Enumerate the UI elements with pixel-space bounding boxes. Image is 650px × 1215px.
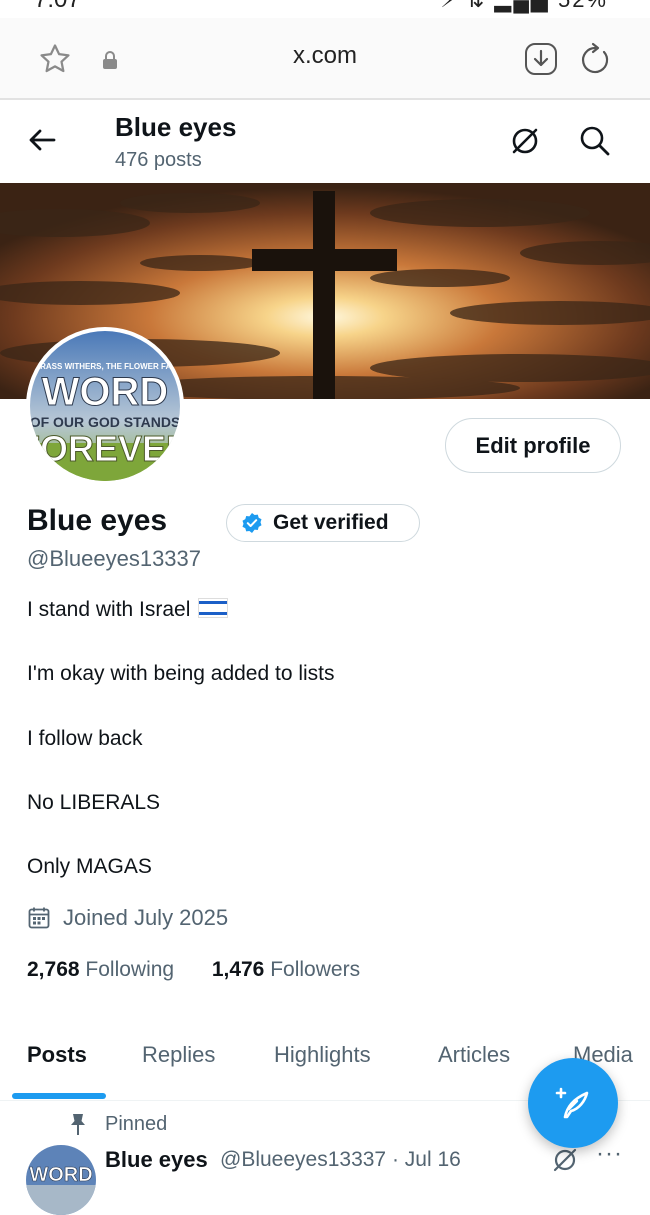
download-icon[interactable]: [524, 42, 558, 76]
tab-posts[interactable]: Posts: [27, 1042, 87, 1068]
bio-line-text: I stand with Israel: [27, 598, 191, 621]
search-icon[interactable]: [578, 124, 612, 158]
bio-line: I stand with Israel: [27, 598, 229, 622]
bio-line: No LIBERALS: [27, 791, 161, 814]
joined-label: Joined July 2025: [63, 905, 229, 930]
post-avatar-text: WORD: [29, 1164, 92, 1186]
israel-flag-icon: [198, 598, 229, 618]
profile-name: Blue eyes: [27, 504, 168, 537]
following-label: Following: [85, 958, 175, 981]
compose-post-icon: [555, 1087, 589, 1119]
verified-badge-icon: [242, 513, 262, 533]
pin-icon: [71, 1114, 85, 1135]
get-verified-button[interactable]: Get verified: [226, 504, 420, 542]
calendar-icon: [28, 907, 50, 929]
grok-icon[interactable]: [550, 1145, 580, 1175]
browser-toolbar: x.com: [0, 18, 650, 100]
joined-date: Joined July 2025: [27, 905, 228, 931]
reload-icon[interactable]: [578, 42, 612, 76]
get-verified-label: Get verified: [273, 511, 389, 534]
followers-label: Followers: [270, 958, 361, 981]
avatar-text-bottom: FOREVER: [30, 428, 180, 469]
bio-line: I'm okay with being added to lists: [27, 662, 335, 685]
followers-link[interactable]: 1,476 Followers: [212, 958, 360, 981]
post-author-meta: @Blueeyes13337 · Jul 16: [220, 1148, 461, 1171]
pinned-indicator: Pinned: [67, 1112, 167, 1136]
tab-replies[interactable]: Replies: [142, 1042, 215, 1068]
posts-count: 476 posts: [115, 149, 202, 171]
pinned-label: Pinned: [105, 1112, 168, 1135]
following-link[interactable]: 2,768 Following: [27, 958, 174, 981]
post-avatar-image: WORD: [26, 1145, 96, 1215]
follow-stats: 2,768 Following 1,476 Followers: [27, 958, 360, 982]
post-author-name[interactable]: Blue eyes: [105, 1147, 208, 1173]
avatar-text-word: WORD: [42, 370, 169, 414]
tab-articles[interactable]: Articles: [438, 1042, 510, 1068]
post-avatar[interactable]: WORD: [26, 1145, 96, 1215]
avatar[interactable]: THE GRASS WITHERS, THE FLOWER FADES... W…: [26, 327, 184, 485]
active-tab-indicator: [12, 1093, 106, 1099]
status-bar: 7:07 ⚡ ⇅ ▂▄▆ 52%: [0, 0, 650, 18]
bio-line: I follow back: [27, 727, 143, 750]
edit-profile-button[interactable]: Edit profile: [445, 418, 621, 473]
status-icons: ⚡ ⇅ ▂▄▆ 52%: [440, 0, 608, 13]
post-more-button[interactable]: ···: [596, 1140, 623, 1168]
back-arrow-icon[interactable]: [26, 122, 58, 158]
page-title: Blue eyes: [115, 112, 237, 142]
following-count: 2,768: [27, 958, 80, 981]
followers-count: 1,476: [211, 958, 265, 981]
tab-highlights[interactable]: Highlights: [274, 1042, 371, 1068]
avatar-image: THE GRASS WITHERS, THE FLOWER FADES... W…: [30, 331, 180, 481]
profile-handle: @Blueeyes13337: [27, 546, 202, 571]
bio-line: Only MAGAS: [27, 855, 152, 878]
status-time: 7:07: [34, 0, 81, 14]
compose-post-button[interactable]: [528, 1058, 618, 1148]
grok-icon[interactable]: [508, 124, 542, 158]
